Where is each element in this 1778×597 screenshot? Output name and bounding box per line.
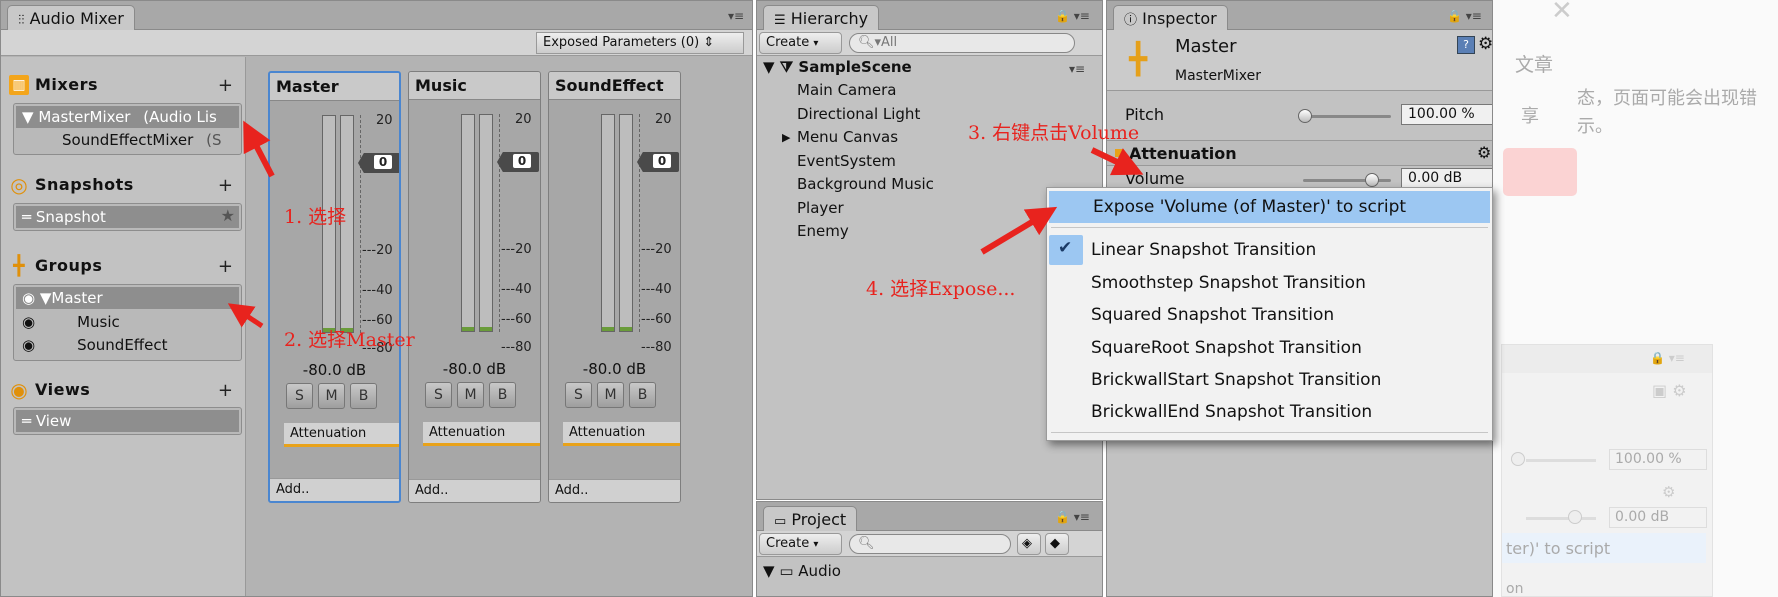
- annotation-arrow-1: [243, 120, 275, 178]
- annotation-arrow-2: [227, 303, 264, 329]
- annotation-step-3: 3. 右键点击Volume: [968, 122, 1140, 144]
- annotation-step-1: 1. 选择: [284, 206, 347, 228]
- annotation-step-2: 2. 选择Master: [284, 329, 415, 351]
- annotation-step-4: 4. 选择Expose...: [866, 278, 1016, 300]
- annotation-arrow-3: [1090, 147, 1144, 176]
- annotation-arrow-4: [980, 206, 1058, 255]
